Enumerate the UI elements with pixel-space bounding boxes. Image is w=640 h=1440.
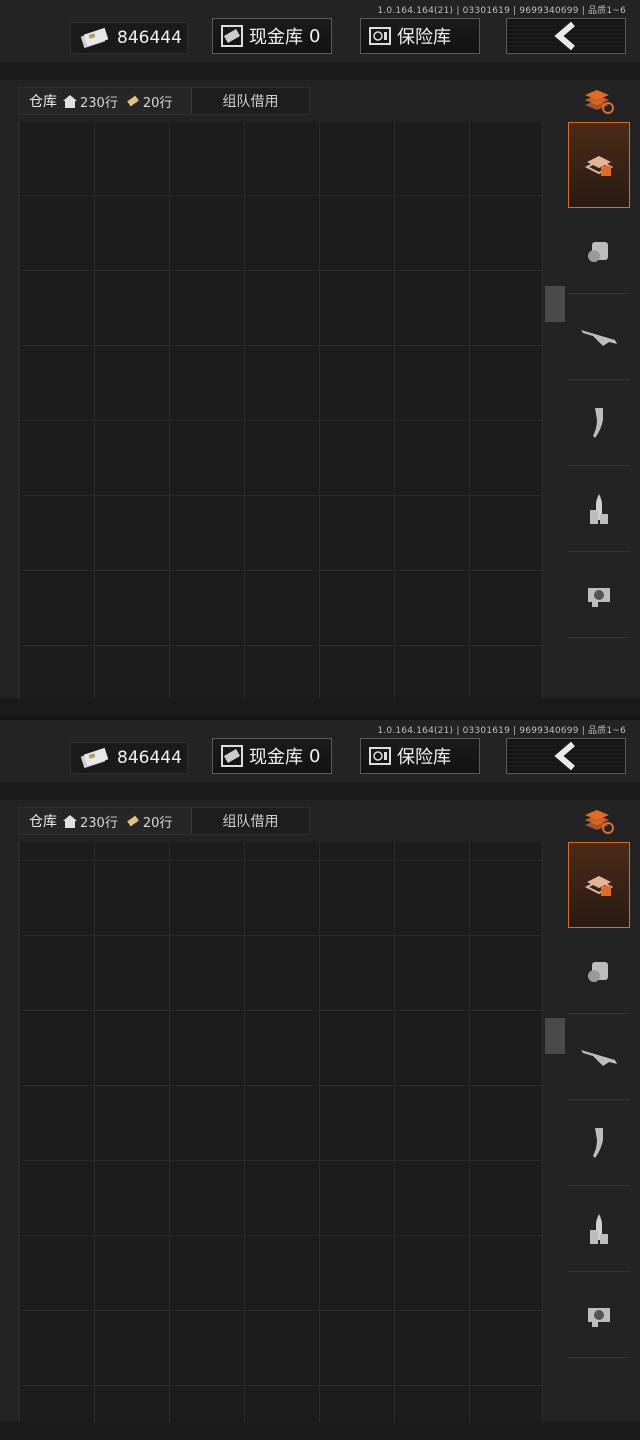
safe-button[interactable]: 保险库 [360,18,480,54]
all-items-icon [584,156,614,176]
extra-rows-value: 20行 [142,815,173,831]
ammo-icon [590,493,608,524]
money-value: 846444 [117,28,182,48]
category-sidebar [568,80,630,716]
safe-icon [369,27,391,45]
category-sidebar [568,800,630,1440]
category-ammo[interactable] [568,466,630,552]
extra-rows-stat: 20行 [126,92,173,111]
safe-button[interactable]: 保险库 [360,738,480,774]
safe-label: 保险库 [397,27,451,48]
extra-rows-stat: 20行 [126,812,173,831]
top-bar: 846444 现金库 0 保险库 [0,738,640,780]
magazine-icon [593,407,603,438]
tab-warehouse[interactable]: 仓库 230行 20行 [19,808,191,834]
ammo-icon [590,1213,608,1244]
header-separator [0,782,640,800]
inventory-grid[interactable] [18,122,543,716]
chevron-left-icon [554,742,575,770]
cash-vault-count: 0 [309,745,321,767]
ticket-icon [127,815,139,827]
cash-stack-icon [80,27,109,49]
money-display: 846444 [70,22,188,54]
category-all[interactable] [568,122,630,208]
sort-button[interactable] [568,80,630,122]
all-items-icon [584,876,614,896]
category-ammo[interactable] [568,1186,630,1272]
category-rifle[interactable] [568,294,630,380]
home-rows-stat: 230行 [63,92,118,111]
bottom-strip [0,1422,640,1440]
category-armor[interactable] [568,208,630,294]
cash-vault-button[interactable]: 现金库 0 [212,738,332,774]
home-icon [63,814,77,828]
warehouse-tabs: 仓库 230行 20行 组队借用 [18,807,310,835]
warehouse-tabs: 仓库 230行 20行 组队借用 [18,87,310,115]
cash-vault-icon [221,745,243,767]
version-text: 1.0.164.164(21) | 03301619 | 9699340699 … [377,726,626,736]
warehouse-label: 仓库 [29,94,57,110]
header-separator [0,62,640,80]
top-bar: 846444 现金库 0 保险库 [0,18,640,60]
extra-rows-value: 20行 [142,95,173,111]
money-value: 846444 [117,748,182,768]
cash-vault-button[interactable]: 现金库 0 [212,18,332,54]
tab-team-borrow[interactable]: 组队借用 [191,808,309,834]
magazine-icon [593,1127,603,1158]
home-icon [63,94,77,108]
cash-vault-count: 0 [309,25,321,47]
inventory-grid[interactable] [18,842,543,1440]
category-optics[interactable] [568,1272,630,1358]
cash-vault-label: 现金库 [249,747,303,768]
sort-button[interactable] [568,800,630,842]
armor-helmet-icon [588,241,608,262]
ticket-icon [127,95,139,107]
category-optics[interactable] [568,552,630,638]
version-text: 1.0.164.164(21) | 03301619 | 9699340699 … [377,6,626,16]
back-button[interactable] [506,738,626,774]
rifle-icon [581,329,617,346]
chevron-left-icon [554,22,575,50]
safe-label: 保险库 [397,747,451,768]
cash-vault-icon [221,25,243,47]
cash-stack-icon [80,747,109,769]
stack-refresh-icon [585,90,614,114]
tab-warehouse[interactable]: 仓库 230行 20行 [19,88,191,114]
home-rows-value: 230行 [80,815,118,831]
optic-sight-icon [588,1307,610,1327]
category-magazine[interactable] [568,380,630,466]
inventory-panel-bottom: 1.0.164.164(21) | 03301619 | 9699340699 … [0,720,640,1440]
category-armor[interactable] [568,928,630,1014]
warehouse-label: 仓库 [29,814,57,830]
tab-team-borrow[interactable]: 组队借用 [191,88,309,114]
stack-refresh-icon [585,810,614,834]
bottom-strip [0,698,640,716]
grid-scrollbar[interactable] [545,1018,565,1054]
money-display: 846444 [70,742,188,774]
category-all[interactable] [568,842,630,928]
cash-vault-label: 现金库 [249,27,303,48]
optic-sight-icon [588,587,610,607]
category-rifle[interactable] [568,1014,630,1100]
grid-scrollbar[interactable] [545,286,565,322]
rifle-icon [581,1049,617,1066]
inventory-panel-top: 1.0.164.164(21) | 03301619 | 9699340699 … [0,0,640,720]
safe-icon [369,747,391,765]
home-rows-value: 230行 [80,95,118,111]
back-button[interactable] [506,18,626,54]
armor-helmet-icon [588,961,608,982]
home-rows-stat: 230行 [63,812,118,831]
category-magazine[interactable] [568,1100,630,1186]
